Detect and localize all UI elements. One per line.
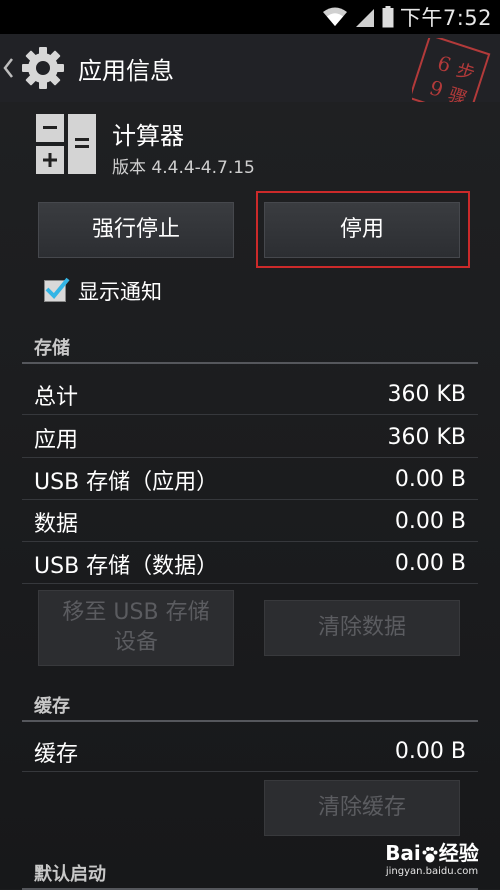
- app-info-content: 计算器 版本 4.4.4-4.7.15 强行停止 停用 显示通知 存储 总计 3…: [0, 102, 500, 890]
- checkmark-icon: [45, 277, 70, 299]
- show-notifications-label: 显示通知: [78, 280, 162, 304]
- app-version: 版本 4.4.4-4.7.15: [112, 158, 255, 178]
- highlight-annotation: [256, 191, 470, 268]
- storage-row-usb-app: USB 存储（应用） 0.00 B: [22, 460, 478, 500]
- cache-row: 缓存 0.00 B: [22, 732, 478, 772]
- storage-row-app: 应用 360 KB: [22, 418, 478, 458]
- row-value: 0.00 B: [394, 467, 466, 492]
- row-label: USB 存储（数据）: [34, 553, 219, 579]
- row-value: 0.00 B: [394, 551, 466, 576]
- row-label: 应用: [34, 427, 79, 453]
- battery-icon: [382, 6, 394, 28]
- move-to-usb-line1: 移至 USB 存储: [62, 600, 210, 625]
- storage-row-data: 数据 0.00 B: [22, 502, 478, 542]
- row-label: USB 存储（应用）: [34, 469, 219, 495]
- chevron-left-icon: [3, 58, 13, 78]
- row-label: 数据: [34, 511, 79, 537]
- svg-text:步: 步: [454, 60, 478, 86]
- paw-icon: [422, 846, 438, 862]
- app-name: 计算器: [112, 122, 184, 150]
- row-value: 360 KB: [387, 425, 466, 450]
- row-label: 总计: [34, 384, 79, 410]
- signal-icon: [355, 9, 374, 27]
- svg-text:6: 6: [435, 51, 455, 78]
- back-button[interactable]: [2, 53, 16, 83]
- storage-row-total: 总计 360 KB: [22, 375, 478, 415]
- baidu-logo: Bai 经验: [385, 841, 479, 865]
- wifi-icon: [322, 7, 347, 26]
- cache-header: 缓存: [22, 692, 478, 722]
- show-notifications-row[interactable]: 显示通知: [44, 274, 162, 308]
- row-label: 缓存: [34, 741, 79, 767]
- status-icons: 下午7:52: [322, 0, 492, 34]
- clock: 下午7:52: [399, 6, 492, 30]
- storage-header: 存储: [22, 334, 478, 364]
- move-to-usb-line2: 设备: [113, 630, 158, 655]
- clear-data-button[interactable]: 清除数据: [264, 600, 460, 656]
- page-title: 应用信息: [78, 56, 174, 85]
- svg-text:9: 9: [427, 75, 447, 102]
- calculator-icon: [36, 114, 96, 174]
- storage-row-usb-data: USB 存储（数据） 0.00 B: [22, 544, 478, 584]
- row-value: 0.00 B: [394, 509, 466, 534]
- row-value: 360 KB: [387, 382, 466, 407]
- status-bar: 下午7:52: [0, 0, 500, 34]
- force-stop-button[interactable]: 强行停止: [38, 202, 234, 258]
- baidu-jingyan-watermark: Bai 经验 jingyan.baidu.com: [372, 837, 492, 883]
- row-value: 0.00 B: [394, 739, 466, 764]
- baidu-site: jingyan.baidu.com: [385, 866, 479, 877]
- move-to-usb-button[interactable]: 移至 USB 存储 设备: [38, 590, 234, 666]
- clear-cache-button[interactable]: 清除缓存: [264, 780, 460, 836]
- show-notifications-checkbox[interactable]: [44, 277, 70, 302]
- gear-icon[interactable]: [20, 45, 66, 91]
